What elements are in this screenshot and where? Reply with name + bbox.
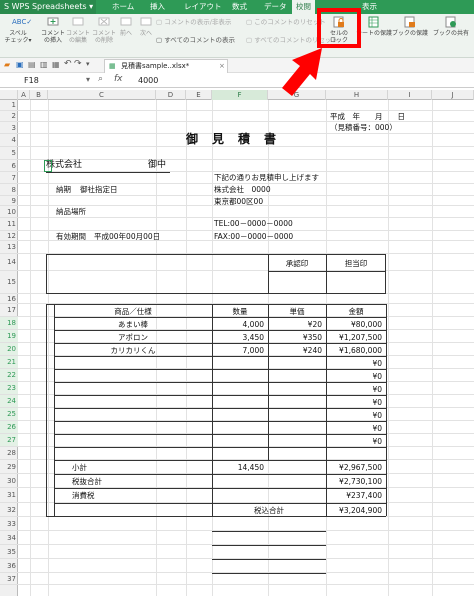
person-stamp-label: 担当印	[344, 259, 368, 268]
grid-line	[388, 100, 389, 596]
item-amount: ¥0	[372, 372, 382, 381]
border-line	[54, 447, 386, 448]
border-line	[212, 531, 326, 532]
item-name: カリカリくん	[110, 346, 156, 355]
grid-line	[30, 100, 31, 596]
grid-line	[18, 159, 474, 160]
table-header: 商品／仕様	[114, 307, 152, 316]
grid-line	[18, 110, 474, 111]
grid-line	[432, 100, 433, 596]
quote-title: 御 見 積 書	[186, 132, 278, 146]
border-line	[54, 488, 386, 489]
subtotal-qty: 14,450	[237, 463, 264, 472]
border-line	[54, 356, 386, 357]
table-header: 数量	[232, 307, 248, 316]
tax-label: 消費税	[72, 491, 95, 500]
item-amount: ¥0	[372, 437, 382, 446]
grid-line	[18, 121, 474, 122]
item-price: ¥20	[307, 320, 322, 329]
border-line	[46, 304, 47, 516]
item-amount: ¥0	[372, 359, 382, 368]
table-header: 単価	[289, 307, 305, 316]
quote-number: （見積番号：000）	[330, 123, 397, 132]
item-amount: ¥0	[372, 424, 382, 433]
border-line	[212, 545, 326, 546]
tel-text: TEL:00－0000－0000	[214, 219, 293, 228]
border-line	[54, 460, 386, 461]
grid-line	[18, 146, 474, 147]
item-amount: ¥0	[372, 385, 382, 394]
item-qty: 7,000	[242, 346, 264, 355]
item-amount: ¥0	[372, 411, 382, 420]
border-line	[54, 434, 386, 435]
border-line	[386, 304, 387, 516]
fax-text: FAX:00－0000－0000	[214, 232, 294, 241]
item-qty: 3,450	[242, 333, 264, 342]
border-line	[54, 317, 386, 318]
approval-stamp-label: 承認印	[285, 259, 309, 268]
item-qty: 4,000	[242, 320, 264, 329]
subtotal-label: 小計	[72, 463, 87, 472]
border-line	[54, 343, 386, 344]
pretax-amount: ¥2,730,100	[339, 477, 382, 486]
pretax-label: 税抜合計	[72, 477, 102, 486]
border-line	[54, 474, 386, 475]
tax-amount: ¥237,400	[346, 491, 382, 500]
delivery-value: 御社指定日	[80, 185, 118, 194]
delivery-place-label: 納品場所	[56, 207, 86, 216]
item-price: ¥240	[302, 346, 322, 355]
sender-address: 東京都00区00	[214, 197, 264, 206]
border-line	[54, 503, 386, 504]
border-line	[54, 408, 386, 409]
greeting-text: 下記の通りお見積申し上げます	[214, 173, 319, 182]
border-line	[46, 516, 386, 517]
border-line	[54, 421, 386, 422]
customer-underline	[46, 172, 170, 173]
item-amount: ¥1,680,000	[339, 346, 382, 355]
total-amount: ¥3,204,900	[339, 506, 382, 515]
valid-value: 平成00年00月00日	[94, 232, 161, 241]
border-line	[54, 382, 386, 383]
border-line	[268, 271, 386, 272]
subtotal-amount: ¥2,967,500	[339, 463, 382, 472]
item-name: あまい棒	[118, 320, 148, 329]
border-line	[212, 573, 326, 574]
item-amount: ¥80,000	[350, 320, 382, 329]
item-price: ¥350	[302, 333, 322, 342]
border-line	[54, 330, 386, 331]
highlight-box	[317, 8, 361, 48]
date-label: 平成 年 月 日	[330, 112, 405, 121]
item-amount: ¥1,207,500	[339, 333, 382, 342]
sender-company: 株式会社 0000	[214, 185, 271, 194]
grid-line	[48, 100, 49, 596]
delivery-label: 納期	[56, 185, 71, 194]
onchu-label: 御中	[148, 160, 167, 170]
item-amount: ¥0	[372, 398, 382, 407]
border-line	[46, 304, 386, 305]
arrow-icon	[282, 48, 322, 96]
border-line	[212, 559, 326, 560]
total-label: 税込合計	[254, 506, 284, 515]
table-header: 金額	[348, 307, 364, 316]
item-name: アポロン	[118, 333, 148, 342]
valid-label: 有効期間	[56, 232, 86, 241]
border-line	[54, 395, 386, 396]
grid-line	[18, 584, 474, 585]
border-line	[54, 369, 386, 370]
selection-cursor	[44, 160, 52, 172]
